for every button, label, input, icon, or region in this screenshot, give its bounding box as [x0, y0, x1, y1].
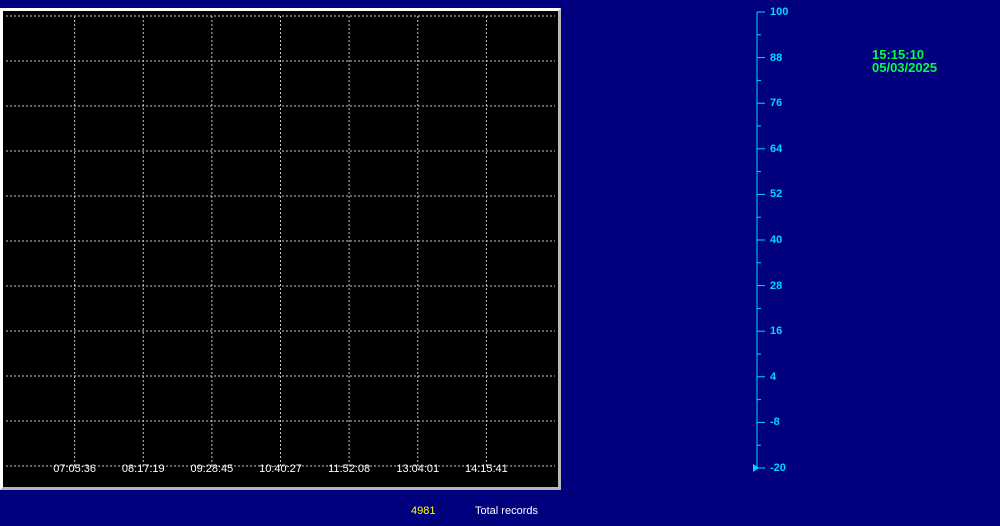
y-tick-label: 40 — [770, 234, 783, 246]
y-tick-label: 88 — [770, 51, 783, 64]
total-records-label: Total records — [475, 505, 538, 517]
total-records-count: 4981 — [411, 505, 436, 517]
y-axis-marker-icon — [753, 464, 759, 472]
x-tick-label: 14:15:41 — [464, 463, 508, 475]
clock-display: 15:15:10 05/03/2025 — [872, 48, 937, 74]
y-tick-label: 100 — [770, 6, 789, 18]
y-tick-label: 28 — [770, 279, 783, 292]
y-tick-label: 16 — [770, 325, 783, 338]
y-tick-label: -20 — [770, 462, 786, 474]
y-tick-label: 4 — [770, 370, 777, 383]
y-tick-label: 52 — [770, 188, 783, 201]
clock-date: 05/03/2025 — [872, 60, 938, 75]
chart-grid — [6, 15, 555, 467]
y-tick-label: 64 — [770, 142, 783, 155]
y-tick-label: -8 — [770, 416, 780, 429]
y-tick-label: 76 — [770, 97, 783, 110]
